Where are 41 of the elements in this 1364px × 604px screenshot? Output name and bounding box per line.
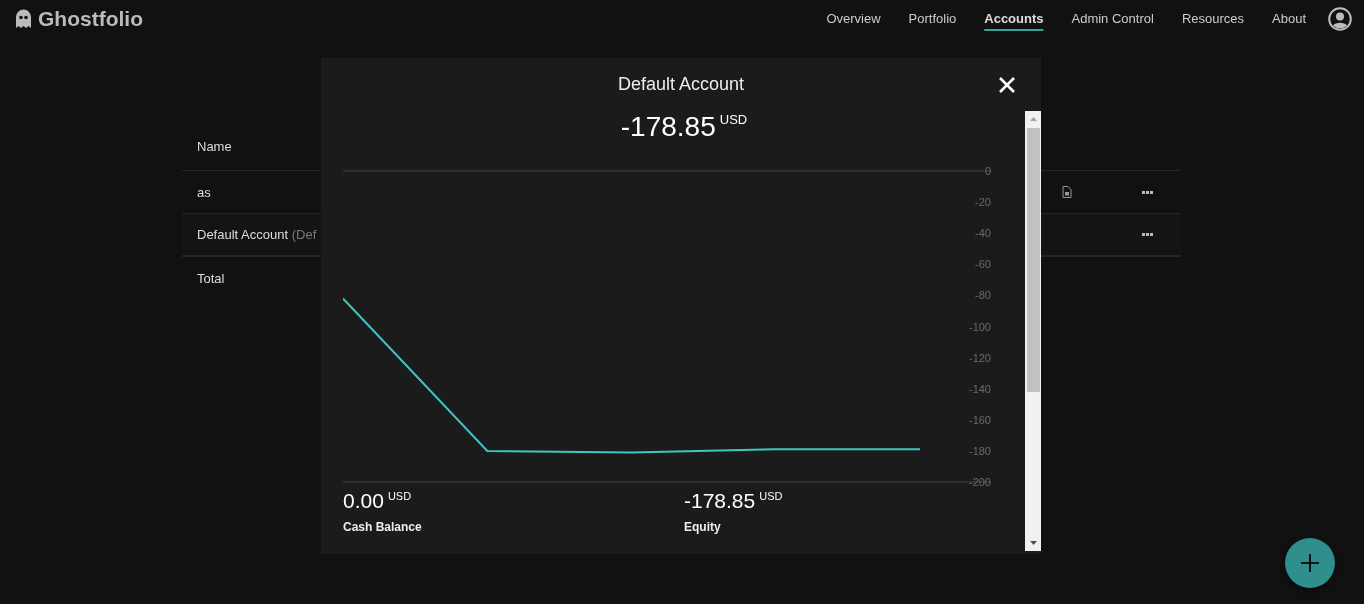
nav-link[interactable]: About [1258, 7, 1320, 30]
app-logo[interactable]: Ghostfolio [38, 6, 143, 31]
user-avatar-icon[interactable] [1328, 6, 1352, 31]
axis-tick-label: -140 [968, 382, 991, 395]
account-name: Default Account (Def [197, 227, 317, 242]
nav-link[interactable]: Portfolio [894, 7, 971, 30]
currency-label: USD [719, 112, 748, 127]
total-label: Total [197, 270, 225, 286]
axis-tick-label: -120 [968, 351, 991, 364]
currency-label: USD [387, 490, 412, 502]
plus-icon [1300, 553, 1320, 573]
document-icon[interactable] [1062, 186, 1072, 198]
axis-tick-label: 0 [984, 165, 991, 177]
axis-tick-label: -160 [968, 413, 991, 426]
ghost-logo-icon [15, 9, 32, 28]
axis-tick-label: -80 [975, 289, 991, 302]
nav-link[interactable]: Overview [812, 7, 895, 30]
more-options-icon[interactable] [1141, 233, 1153, 236]
column-header: Name [197, 139, 232, 154]
axis-tick-label: -40 [975, 227, 991, 240]
currency-label: USD [759, 490, 783, 502]
stat-value: 0.00 [343, 489, 384, 512]
account-value: -178.85 [620, 111, 716, 142]
axis-tick-label: -20 [975, 196, 991, 209]
axis-tick-label: -200 [968, 476, 991, 488]
more-options-icon[interactable] [1141, 190, 1153, 194]
close-icon[interactable] [997, 75, 1017, 95]
stat-label: Cash Balance [343, 520, 422, 534]
axis-tick-label: -100 [968, 320, 991, 333]
axis-tick-label: -60 [975, 258, 991, 271]
scroll-down-icon[interactable] [1029, 541, 1037, 545]
nav-link[interactable]: Accounts [970, 7, 1058, 30]
dialog-title: Default Account [617, 74, 745, 95]
axis-tick-label: -180 [968, 444, 991, 457]
nav-link[interactable]: Resources [1167, 7, 1258, 30]
account-name: as [197, 184, 211, 200]
scrollbar[interactable] [1025, 111, 1041, 551]
add-button[interactable] [1285, 538, 1335, 588]
nav-link[interactable]: Admin Control [1057, 7, 1168, 30]
stat-label: Equity [684, 520, 721, 534]
stat-value: -178.85 [684, 489, 756, 512]
